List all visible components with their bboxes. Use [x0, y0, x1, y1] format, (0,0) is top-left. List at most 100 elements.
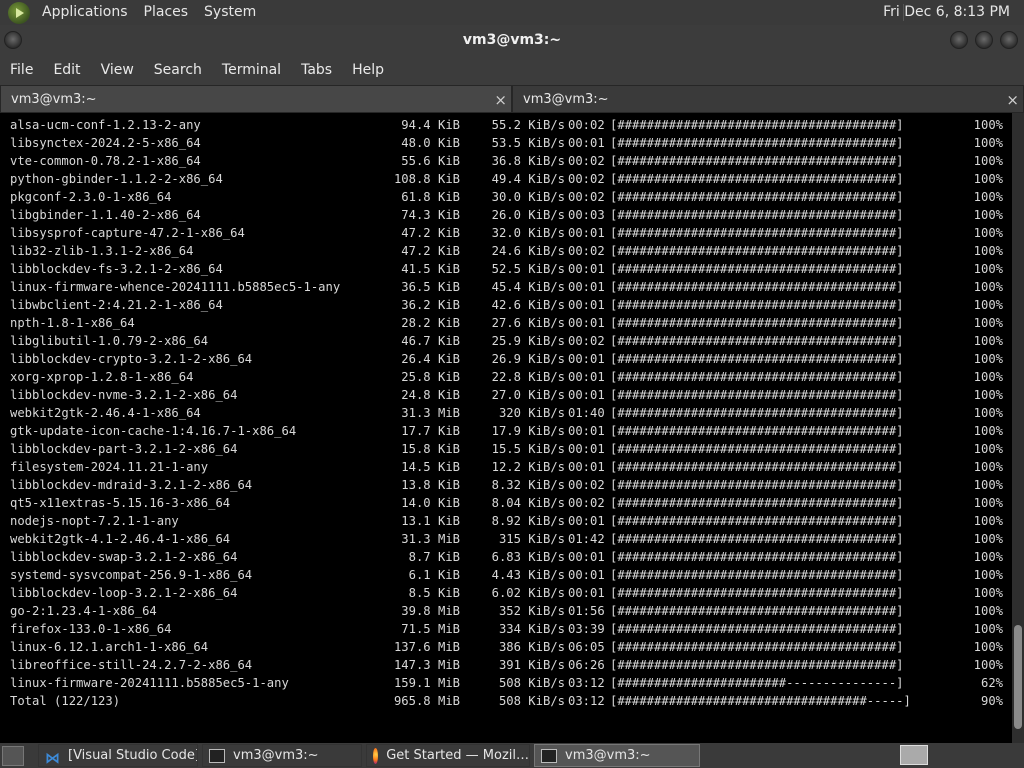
download-rate: 26.9 KiB/s	[491, 352, 565, 366]
package-name: go-2:1.23.4-1-x86_64	[10, 604, 157, 618]
menu-terminal[interactable]: Terminal	[212, 62, 291, 78]
progress-percent: 100%	[973, 514, 1003, 528]
top-panel: Applications Places System Fri Dec 6, 8:…	[0, 0, 1024, 25]
package-name: linux-6.12.1.arch1-1-x86_64	[10, 640, 209, 654]
progress-bar: [######################################]	[610, 622, 904, 636]
progress-percent: 62%	[980, 676, 1003, 690]
package-name: libwbclient-2:4.21.2-1-x86_64	[10, 298, 223, 312]
menu-edit[interactable]: Edit	[43, 62, 90, 78]
progress-percent: 100%	[973, 532, 1003, 546]
package-size: 17.7 KiB	[401, 424, 460, 438]
places-menu[interactable]: Places	[136, 0, 197, 25]
menu-tabs[interactable]: Tabs	[291, 62, 342, 78]
menubar: File Edit View Search Terminal Tabs Help	[0, 55, 1024, 85]
bottom-panel: ⋈ [Visual Studio Code] vm3@vm3:~ Get Sta…	[0, 743, 1024, 768]
package-size: 28.2 KiB	[401, 316, 460, 330]
progress-percent: 100%	[973, 280, 1003, 294]
terminal-output[interactable]: alsa-ucm-conf-1.2.13-2-any 94.4 KiB 55.2 K…	[0, 113, 1012, 743]
progress-percent: 100%	[973, 496, 1003, 510]
minimize-icon[interactable]	[950, 31, 968, 49]
package-size: 61.8 KiB	[401, 190, 460, 204]
progress-percent: 100%	[973, 550, 1003, 564]
clock[interactable]: Fri Dec 6, 8:13 PM	[883, 0, 1010, 25]
package-size: 137.6 MiB	[393, 640, 460, 654]
tab-1[interactable]: vm3@vm3:~ ×	[0, 85, 512, 113]
progress-percent: 100%	[973, 244, 1003, 258]
close-icon[interactable]	[1000, 31, 1018, 49]
package-size: 8.5 KiB	[408, 586, 460, 600]
taskbar-item-firefox[interactable]: Get Started — Mozil…	[366, 744, 530, 767]
download-rate: 49.4 KiB/s	[491, 172, 565, 186]
download-rate: 334 KiB/s	[498, 622, 565, 636]
progress-bar: [######################################]	[610, 586, 904, 600]
package-size: 14.5 KiB	[401, 460, 460, 474]
elapsed-time: 00:01	[568, 550, 605, 564]
package-name: libreoffice-still-24.2.7-2-x86_64	[10, 658, 253, 672]
taskbar-item-terminal-1[interactable]: vm3@vm3:~	[202, 744, 362, 767]
distro-logo-icon[interactable]	[8, 1, 30, 24]
menu-view[interactable]: View	[91, 62, 144, 78]
taskbar-item-vscode[interactable]: ⋈ [Visual Studio Code]	[38, 744, 198, 767]
workspace-switcher[interactable]	[900, 745, 928, 765]
tab-bar: vm3@vm3:~ × vm3@vm3:~ ×	[0, 85, 1024, 113]
package-size: 13.1 KiB	[401, 514, 460, 528]
download-rate: 15.5 KiB/s	[491, 442, 565, 456]
menu-search[interactable]: Search	[144, 62, 212, 78]
package-size: 31.3 MiB	[401, 532, 460, 546]
package-name: linux-firmware-whence-20241111.b5885ec5-…	[10, 280, 341, 294]
progress-bar: [######################################]	[610, 352, 904, 366]
progress-bar: [######################################]	[610, 460, 904, 474]
window-menu-icon[interactable]	[4, 31, 22, 49]
progress-percent: 100%	[973, 136, 1003, 150]
progress-percent: 100%	[973, 118, 1003, 132]
progress-percent: 100%	[973, 370, 1003, 384]
applications-menu[interactable]: Applications	[34, 0, 136, 25]
terminal-scrollbar[interactable]	[1012, 113, 1024, 743]
download-rate: 320 KiB/s	[498, 406, 565, 420]
progress-bar: [######################################]	[610, 298, 904, 312]
tab-close-icon[interactable]: ×	[494, 86, 507, 114]
elapsed-time: 03:39	[568, 622, 605, 636]
package-size: 36.2 KiB	[401, 298, 460, 312]
download-rate: 22.8 KiB/s	[491, 370, 565, 384]
progress-percent: 100%	[973, 478, 1003, 492]
download-rate: 27.0 KiB/s	[491, 388, 565, 402]
elapsed-time: 00:01	[568, 262, 605, 276]
package-name: nodejs-nopt-7.2.1-1-any	[10, 514, 179, 528]
window-titlebar[interactable]: vm3@vm3:~	[0, 25, 1024, 55]
scrollbar-thumb[interactable]	[1014, 625, 1022, 729]
progress-percent: 100%	[973, 208, 1003, 222]
package-size: 55.6 KiB	[401, 154, 460, 168]
package-name: libgbinder-1.1.40-2-x86_64	[10, 208, 201, 222]
download-rate: 42.6 KiB/s	[491, 298, 565, 312]
download-rate: 27.6 KiB/s	[491, 316, 565, 330]
progress-percent: 100%	[973, 658, 1003, 672]
progress-percent: 100%	[973, 352, 1003, 366]
progress-bar: [######################################]	[610, 334, 904, 348]
progress-percent: 100%	[973, 568, 1003, 582]
package-name: webkit2gtk-2.46.4-1-x86_64	[10, 406, 201, 420]
package-size: 965.8 MiB	[393, 694, 460, 708]
maximize-icon[interactable]	[975, 31, 993, 49]
progress-percent: 100%	[973, 640, 1003, 654]
taskbar-item-label: [Visual Studio Code]	[68, 748, 198, 763]
show-desktop-icon[interactable]	[2, 745, 24, 766]
download-rate: 17.9 KiB/s	[491, 424, 565, 438]
progress-bar: [######################################]	[610, 172, 904, 186]
menu-file[interactable]: File	[0, 62, 43, 78]
download-rate: 52.5 KiB/s	[491, 262, 565, 276]
package-name: xorg-xprop-1.2.8-1-x86_64	[10, 370, 194, 384]
progress-bar: [######################################]	[610, 208, 904, 222]
package-name: Total (122/123)	[10, 694, 121, 708]
tab-close-icon[interactable]: ×	[1006, 86, 1019, 114]
package-name: libblockdev-part-3.2.1-2-x86_64	[10, 442, 238, 456]
package-size: 94.4 KiB	[401, 118, 460, 132]
menu-help[interactable]: Help	[342, 62, 394, 78]
package-size: 48.0 KiB	[401, 136, 460, 150]
system-menu[interactable]: System	[196, 0, 264, 25]
tab-2[interactable]: vm3@vm3:~ ×	[512, 85, 1024, 113]
progress-percent: 100%	[973, 172, 1003, 186]
elapsed-time: 00:01	[568, 424, 605, 438]
progress-percent: 100%	[973, 586, 1003, 600]
taskbar-item-terminal-2[interactable]: vm3@vm3:~	[534, 744, 700, 767]
